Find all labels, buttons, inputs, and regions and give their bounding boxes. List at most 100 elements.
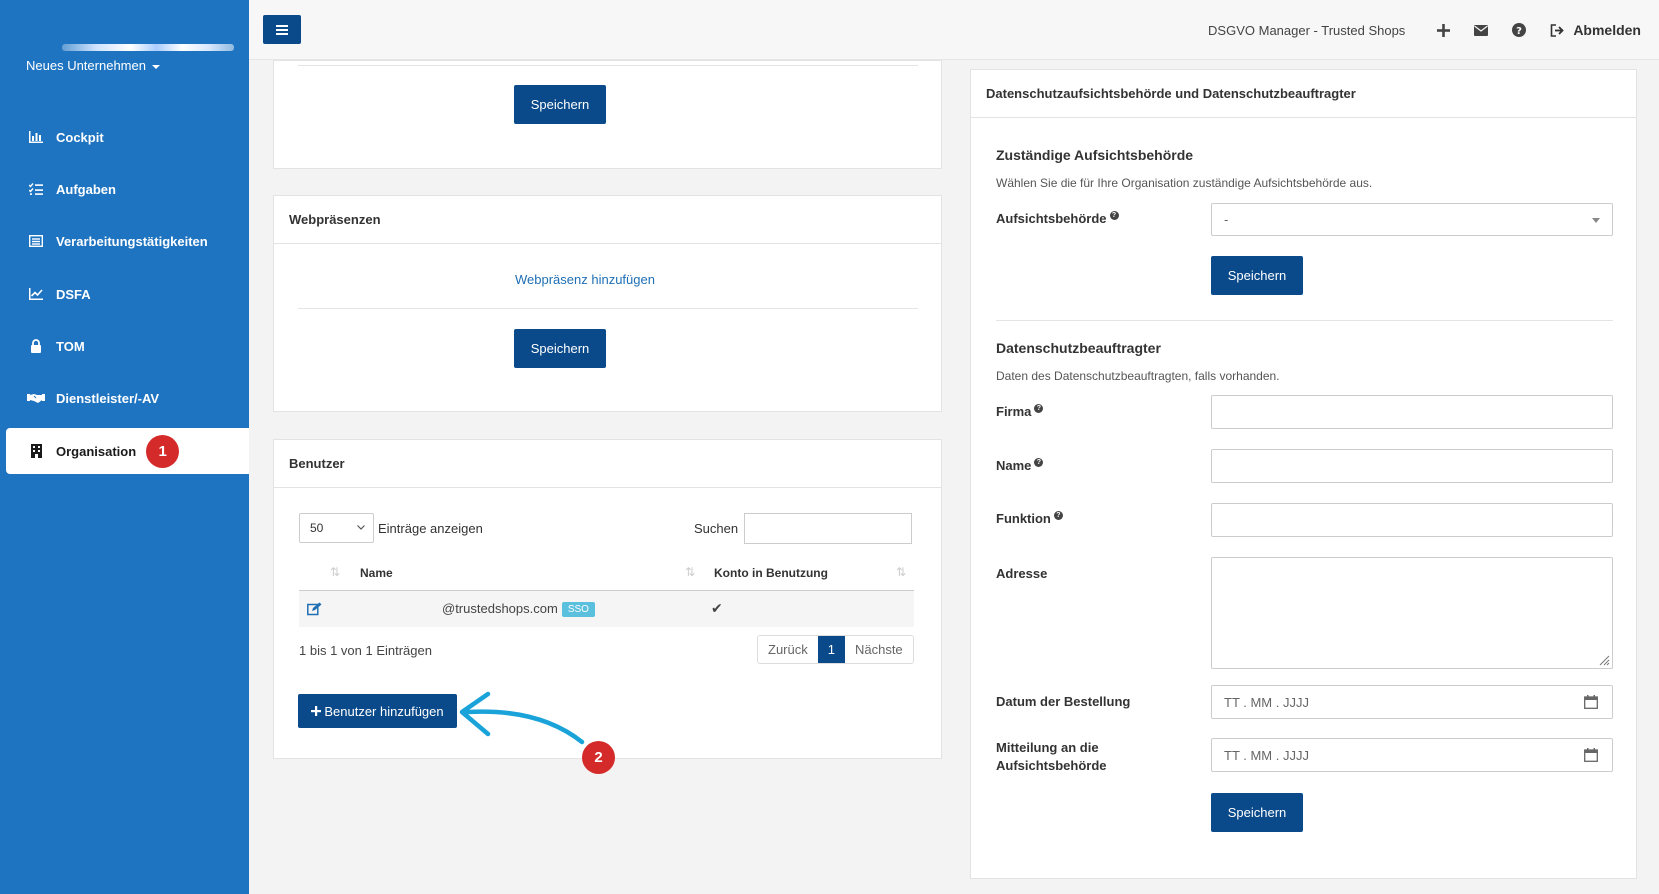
appointment-date-label: Datum der Bestellung [996,694,1131,709]
search-label: Suchen [694,521,739,536]
authority-label: Aufsichtsbehörde? [996,211,1119,226]
date-placeholder: TT . MM . JJJJ [1224,694,1309,710]
authority-section-description: Wählen Sie die für Ihre Organisation zus… [996,176,1373,190]
sidebar-item-dienstleister[interactable]: Dienstleister/-AV [6,375,249,421]
sidebar-item-tom[interactable]: TOM [6,323,249,369]
svg-text:?: ? [1516,26,1522,37]
authority-label-text: Aufsichtsbehörde [996,211,1107,226]
help-icon[interactable]: ? [1512,23,1527,37]
page-size-label: Einträge anzeigen [378,521,483,536]
help-icon[interactable]: ? [1034,404,1044,413]
sidebar-item-label: Dienstleister/-AV [56,390,160,406]
check-icon: ✔ [711,600,723,616]
web-presence-panel: Webpräsenzen Webpräsenz hinzufügen Speic… [273,195,942,412]
authority-section-title: Zuständige Aufsichtsbehörde [996,147,1194,163]
calendar-icon[interactable] [1584,748,1598,762]
page-size-value: 50 [310,521,324,535]
prev-page-button[interactable]: Zurück [758,636,818,663]
name-label: Name? [996,458,1044,473]
panel-title: Datenschutzaufsichtsbehörde und Datensch… [971,70,1636,118]
logout-label: Abmelden [1573,22,1641,38]
authority-select[interactable]: - [1211,203,1613,236]
authority-select-value: - [1224,212,1229,227]
sidebar-item-verarbeitungstaetigkeiten[interactable]: Verarbeitungstätigkeiten [6,218,249,264]
save-dpo-button[interactable]: Speichern [1211,793,1303,832]
sidebar-item-aufgaben[interactable]: Aufgaben [6,166,249,212]
sort-icon[interactable]: ⇅ [685,565,695,579]
bar-chart-icon [26,131,46,143]
sort-icon[interactable]: ⇅ [896,565,906,579]
name-label-text: Name [996,458,1032,473]
funktion-label: Funktion? [996,511,1063,526]
divider [298,308,918,309]
appointment-date-input[interactable]: TT . MM . JJJJ [1211,685,1613,719]
sort-icon[interactable]: ⇅ [330,565,340,579]
user-name-cell: @trustedshops.com SSO [442,601,595,618]
firma-label: Firma? [996,404,1044,419]
help-icon[interactable]: ? [1053,511,1063,520]
hamburger-menu-button[interactable] [263,15,301,44]
help-icon[interactable]: ? [1034,458,1044,467]
sso-badge: SSO [561,602,595,618]
tasks-icon [26,183,46,195]
users-search-input[interactable] [744,513,912,544]
annotation-badge-1: 1 [146,434,180,468]
plus-icon [311,706,322,716]
handshake-icon [26,392,46,404]
table-info: 1 bis 1 von 1 Einträgen [299,643,432,658]
save-button[interactable]: Speichern [514,85,606,124]
annotation-badge-2: 2 [582,741,615,774]
envelope-icon[interactable] [1474,24,1489,36]
page-size-select[interactable]: 50 [299,513,374,543]
help-icon[interactable]: ? [1109,211,1119,220]
divider [298,65,918,66]
table-row: @trustedshops.com SSO ✔ [299,591,914,627]
company-logo[interactable] [62,44,234,51]
edit-icon[interactable] [307,602,322,616]
caret-down-icon [1592,218,1600,223]
sidebar-item-cockpit[interactable]: Cockpit [6,114,249,160]
building-icon [26,444,46,458]
adresse-textarea[interactable] [1211,557,1613,669]
calendar-icon[interactable] [1584,695,1598,709]
sidebar-item-label: DSFA [56,286,91,302]
column-header-name[interactable]: Name [360,566,393,580]
logout-button[interactable]: Abmelden [1550,22,1641,38]
page-1-button[interactable]: 1 [817,636,845,663]
sidebar-item-organisation[interactable]: Organisation 1 [6,428,249,474]
sidebar-item-label: Verarbeitungstätigkeiten [56,233,208,249]
sign-out-icon [1551,23,1565,37]
firma-input[interactable] [1211,395,1613,429]
notification-date-label: Mitteilung an die Aufsichtsbehörde [996,740,1107,773]
sidebar-item-dsfa[interactable]: DSFA [6,271,249,317]
save-authority-button[interactable]: Speichern [1211,256,1303,295]
company-switcher[interactable]: Neues Unternehmen [26,58,160,73]
column-header-account-in-use[interactable]: Konto in Benutzung [714,566,828,580]
resize-handle-icon[interactable] [1599,655,1610,666]
name-input[interactable] [1211,449,1613,483]
top-bar: DSGVO Manager - Trusted Shops ? Abmelden [249,0,1659,60]
next-page-button[interactable]: Nächste [845,636,913,663]
date-placeholder: TT . MM . JJJJ [1224,747,1309,763]
pagination: Zurück 1 Nächste [757,635,914,664]
add-user-button[interactable]: Benutzer hinzufügen [298,694,457,728]
add-user-label: Benutzer hinzufügen [324,703,444,719]
notification-date-input[interactable]: TT . MM . JJJJ [1211,738,1613,772]
funktion-label-text: Funktion [996,511,1051,526]
user-email: @trustedshops.com [442,601,558,616]
hamburger-icon [276,24,288,35]
plus-icon[interactable] [1437,23,1451,37]
dpo-authority-panel: Datenschutzaufsichtsbehörde und Datensch… [970,69,1637,879]
sidebar: Neues Unternehmen Cockpit Aufgaben Verar… [0,0,249,894]
save-button[interactable]: Speichern [514,329,606,368]
users-panel: Benutzer 50 Einträge anzeigen Suchen ⇅ N… [273,439,942,759]
funktion-input[interactable] [1211,503,1613,537]
settings-panel-top: Speichern [273,60,942,169]
add-web-presence-link[interactable]: Webpräsenz hinzufügen [515,272,655,287]
list-icon [26,235,46,247]
panel-title: Webpräsenzen [274,196,941,244]
sidebar-item-label: Cockpit [56,129,104,145]
dpo-section-title: Datenschutzbeauftragter [996,340,1161,356]
firma-label-text: Firma [996,404,1032,419]
caret-down-icon [151,64,160,69]
